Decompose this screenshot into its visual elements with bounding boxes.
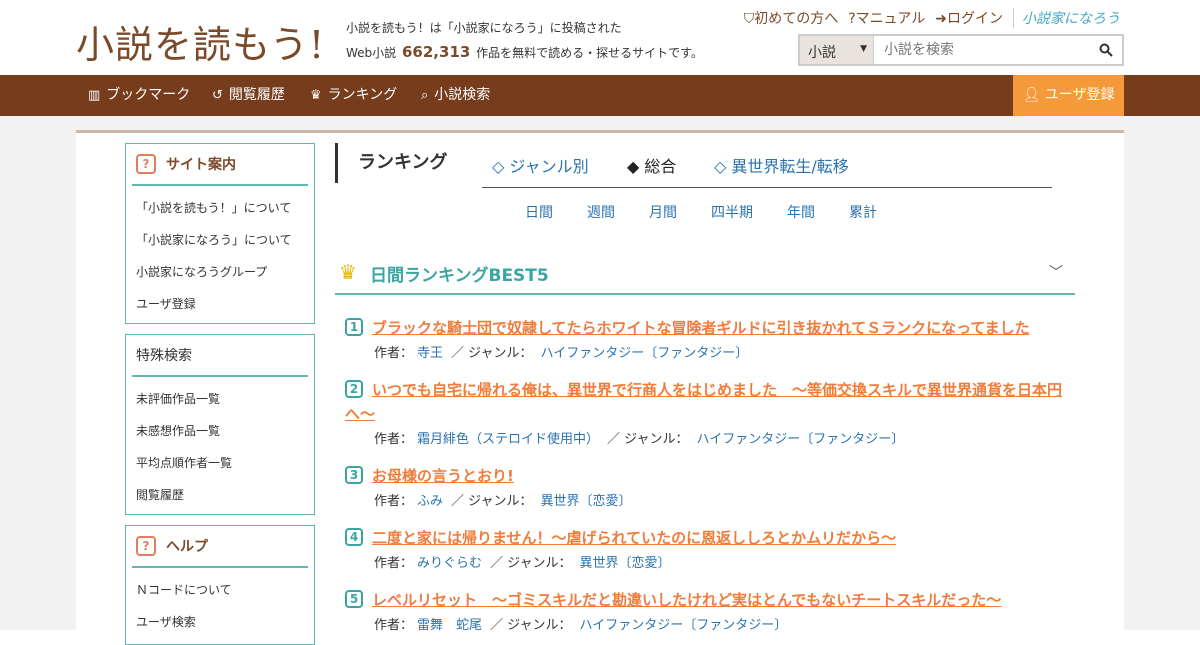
nav-history[interactable]: ↺ 閲覧履歴 <box>212 75 285 116</box>
search-input[interactable] <box>874 36 1090 64</box>
help-box: ? ヘルプ Ｎコードについて ユーザ検索 <box>125 525 315 645</box>
sidebar-item-no-review[interactable]: 未感想作品一覧 <box>136 415 314 447</box>
question-icon: ? <box>136 536 156 556</box>
site-logo[interactable]: 小説を読もう! <box>76 14 325 69</box>
first-time-link[interactable]: ⛉初めての方へ <box>744 8 839 28</box>
sidebar-item-ncode[interactable]: Ｎコードについて <box>136 574 314 606</box>
search-bar: 小説 ▼ <box>798 34 1124 66</box>
ranking-entry: 1 ブラックな騎士団で奴隷してたらホワイトな冒険者ギルドに引き抜かれてＳランクに… <box>345 316 1075 366</box>
genre-link[interactable]: 異世界〔恋愛〕 <box>541 494 632 509</box>
author-link[interactable]: 寺王 <box>417 346 443 361</box>
shield-icon: ⛉ <box>743 11 755 27</box>
period-weekly[interactable]: 週間 <box>587 202 615 222</box>
login-icon: ➜ <box>935 11 947 27</box>
register-button[interactable]: 👤︎ ユーザ登録 <box>1013 75 1124 116</box>
rank-badge: 5 <box>345 590 363 608</box>
work-count: 662,313 <box>402 43 471 61</box>
ranking-entry: 5 レベルリセット ～ゴミスキルだと勘違いしたけれど実はとんでもないチートスキル… <box>345 588 1075 633</box>
genre-link[interactable]: 異世界〔恋愛〕 <box>580 556 671 571</box>
novel-title-link[interactable]: ブラックな騎士団で奴隷してたらホワイトな冒険者ギルドに引き抜かれてＳランクになっ… <box>372 316 1067 340</box>
ranking-entry: 2 いつでも自宅に帰れる俺は、異世界で行商人をはじめました ～等価交換スキルで異… <box>345 378 1075 448</box>
site-guide-box: ? サイト案内 「小説を読もう！」について 「小説家になろう」について 小説家にな… <box>125 143 315 324</box>
sidebar-item-register[interactable]: ユーザ登録 <box>136 288 314 320</box>
tab-genre[interactable]: ◇ ジャンル別 <box>492 153 589 177</box>
author-link[interactable]: みりぐらむ <box>417 556 482 571</box>
main-nav: ▥ ブックマーク ↺ 閲覧履歴 ♛ ランキング ⌕ 小説検索 👤︎ ユーザ登録 <box>0 75 1200 116</box>
ranking-title: ランキング <box>335 143 447 183</box>
history-icon: ↺ <box>212 88 223 103</box>
author-link[interactable]: 雷舞 蛇尾 <box>417 618 482 633</box>
period-yearly[interactable]: 年間 <box>787 202 815 222</box>
search-type-select[interactable]: 小説 ▼ <box>800 36 874 64</box>
period-quarterly[interactable]: 四半期 <box>711 202 753 222</box>
genre-link[interactable]: ハイファンタジー〔ファンタジー〕 <box>541 346 749 361</box>
tab-isekai[interactable]: ◇ 異世界転生/転移 <box>714 153 849 177</box>
nav-novel-search[interactable]: ⌕ 小説検索 <box>421 75 490 116</box>
crown-icon: ♛ <box>310 88 322 103</box>
sidebar-item-user-search[interactable]: ユーザ検索 <box>136 606 314 638</box>
sidebar-item-unrated[interactable]: 未評価作品一覧 <box>136 383 314 415</box>
page-background-strip <box>76 116 1124 130</box>
desc-prefix: Web小説 <box>346 46 397 60</box>
chevron-down-icon: ﹀ <box>1049 265 1063 281</box>
rank-badge: 4 <box>345 528 363 546</box>
sidebar-item-group[interactable]: 小説家になろうグループ <box>136 256 314 288</box>
best5-title: 日間ランキングBEST5 <box>370 266 549 286</box>
site-description-line1: 小説を読もう！は「小説家になろう」に投稿された <box>346 21 622 35</box>
novel-meta: 作者： みりぐらむ／ ジャンル： 異世界〔恋愛〕 <box>374 556 671 571</box>
bookmark-icon: ▥ <box>88 88 101 103</box>
sidebar-item-about-yomou[interactable]: 「小説を読もう！」について <box>136 192 314 224</box>
search-icon <box>1099 43 1113 57</box>
crown-icon: ♛ <box>339 260 357 284</box>
best5-header[interactable]: ♛ 日間ランキングBEST5 ﹀ <box>335 250 1075 295</box>
site-guide-heading: ? サイト案内 <box>132 144 308 186</box>
user-icon: 👤︎ <box>1022 87 1041 103</box>
genre-link[interactable]: ハイファンタジー〔ファンタジー〕 <box>697 432 905 447</box>
special-search-box: 特殊検索 未評価作品一覧 未感想作品一覧 平均点順作者一覧 閲覧履歴 <box>125 334 315 515</box>
question-icon: ? <box>848 11 856 27</box>
page-background-right <box>1124 116 1200 630</box>
genre-link[interactable]: ハイファンタジー〔ファンタジー〕 <box>580 618 788 633</box>
question-icon: ? <box>136 154 156 174</box>
site-header: 小説を読もう! 小説を読もう！は「小説家になろう」に投稿された Web小説 66… <box>0 0 1200 75</box>
period-total[interactable]: 累計 <box>849 202 877 222</box>
search-icon: ⌕ <box>421 88 429 103</box>
nav-ranking[interactable]: ♛ ランキング <box>310 75 397 116</box>
period-monthly[interactable]: 月間 <box>649 202 677 222</box>
special-search-heading: 特殊検索 <box>132 335 308 377</box>
novel-title-link[interactable]: いつでも自宅に帰れる俺は、異世界で行商人をはじめました ～等価交換スキルで異世界… <box>345 378 1067 426</box>
caret-down-icon: ▼ <box>860 44 867 54</box>
period-daily[interactable]: 日間 <box>525 202 553 222</box>
ranking-entry: 3 お母様の言うとおり! 作者： ふみ／ ジャンル： 異世界〔恋愛〕 <box>345 464 1075 514</box>
novel-meta: 作者： ふみ／ ジャンル： 異世界〔恋愛〕 <box>374 494 632 509</box>
tab-divider <box>482 187 1052 188</box>
ranking-entry: 4 二度と家には帰りません！～虐げられていたのに恩返ししろとかムリだから～ 作者… <box>345 526 1075 576</box>
site-description-line2: Web小説 662,313 作品を無料で読める・探せるサイトです。 <box>346 43 703 61</box>
manual-link[interactable]: ?マニュアル <box>848 8 925 28</box>
search-button[interactable] <box>1090 36 1122 64</box>
rank-badge: 3 <box>345 466 363 484</box>
novel-meta: 作者： 雷舞 蛇尾／ ジャンル： ハイファンタジー〔ファンタジー〕 <box>374 618 788 633</box>
tab-overall[interactable]: ◆ 総合 <box>627 153 676 177</box>
author-link[interactable]: 霜月緋色（ステロイド使用中） <box>417 432 599 447</box>
sidebar-item-avg-score-authors[interactable]: 平均点順作者一覧 <box>136 447 314 479</box>
narou-logo[interactable]: 小説家になろう <box>1013 8 1120 28</box>
desc-suffix: 作品を無料で読める・探せるサイトです。 <box>476 46 703 60</box>
novel-meta: 作者： 霜月緋色（ステロイド使用中）／ ジャンル： ハイファンタジー〔ファンタジー〕 <box>374 432 905 447</box>
login-link[interactable]: ➜ログイン <box>935 8 1003 28</box>
top-links: ⛉初めての方へ ?マニュアル ➜ログイン 小説家になろう <box>744 8 1120 28</box>
novel-title-link[interactable]: レベルリセット ～ゴミスキルだと勘違いしたけれど実はとんでもないチートスキルだっ… <box>372 588 1067 612</box>
help-heading: ? ヘルプ <box>132 526 308 568</box>
author-link[interactable]: ふみ <box>417 494 443 509</box>
novel-title-link[interactable]: お母様の言うとおり! <box>372 464 1067 488</box>
novel-title-link[interactable]: 二度と家には帰りません！～虐げられていたのに恩返ししろとかムリだから～ <box>372 526 1067 550</box>
novel-meta: 作者： 寺王／ ジャンル： ハイファンタジー〔ファンタジー〕 <box>374 346 749 361</box>
sidebar-item-about-narou[interactable]: 「小説家になろう」について <box>136 224 314 256</box>
page-background-left <box>0 116 76 630</box>
rank-badge: 1 <box>345 318 363 336</box>
sidebar-item-history[interactable]: 閲覧履歴 <box>136 479 314 511</box>
nav-bookmark[interactable]: ▥ ブックマーク <box>88 75 190 116</box>
